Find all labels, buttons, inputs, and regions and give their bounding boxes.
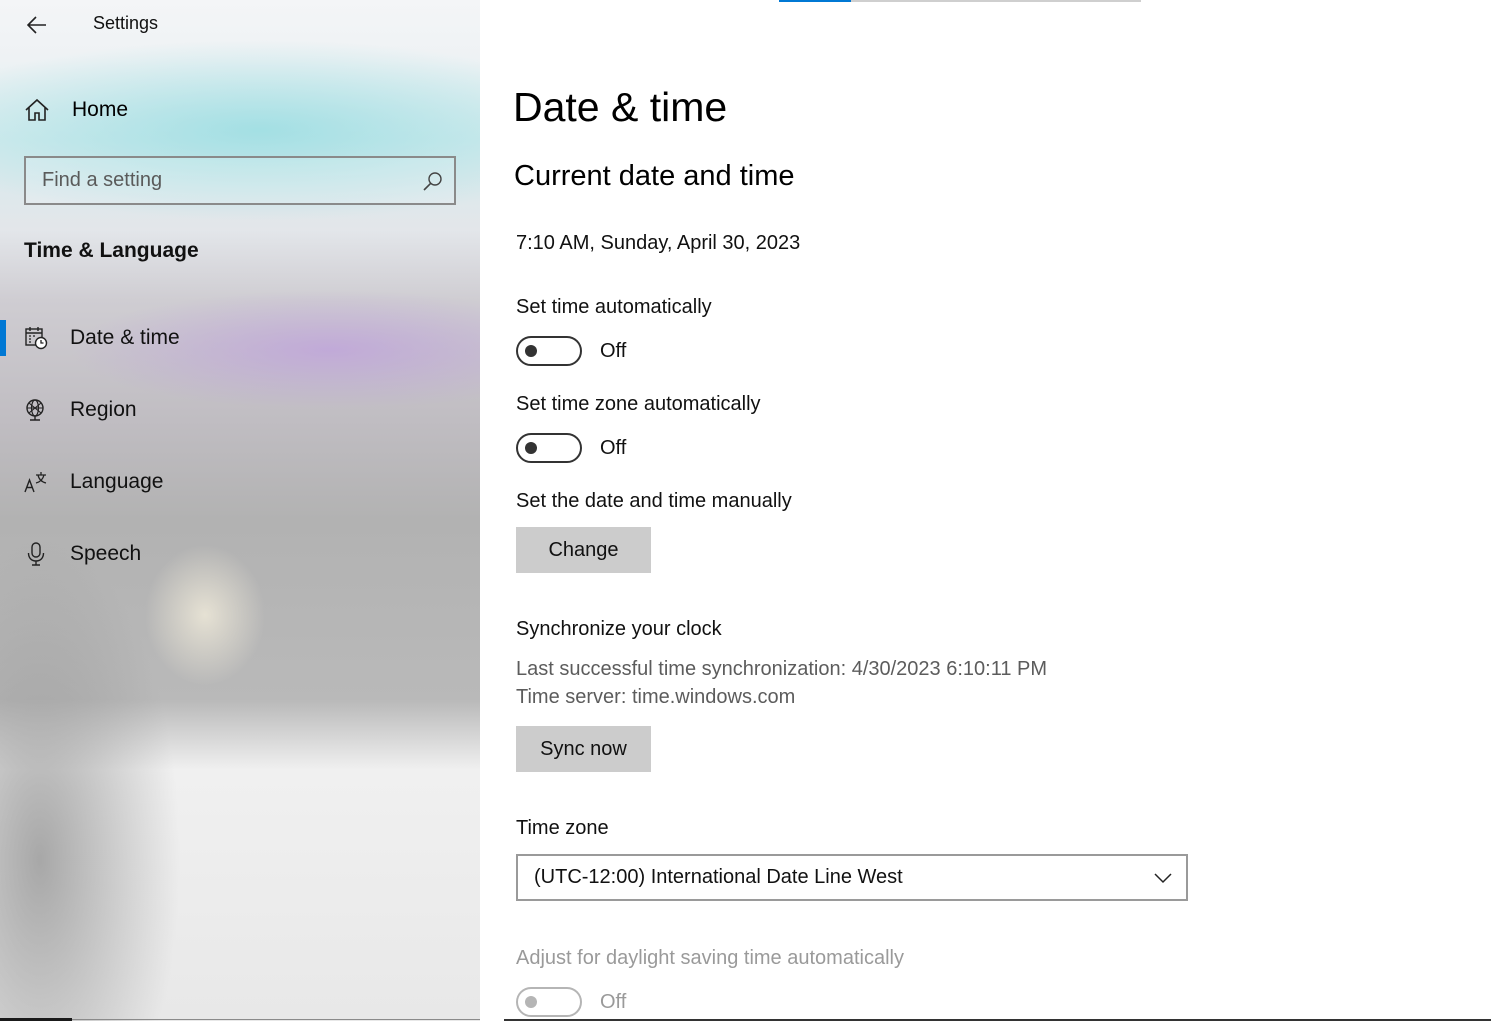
sidebar-item-label: Date & time <box>70 326 180 349</box>
sidebar-item-language[interactable]: Language <box>0 458 480 506</box>
time-zone-label: Time zone <box>516 817 609 839</box>
app-title: Settings <box>93 13 159 33</box>
set-timezone-auto-toggle[interactable] <box>516 433 582 463</box>
toggle-knob <box>525 345 537 357</box>
taskbar-edge <box>72 1019 480 1020</box>
microphone-icon <box>27 542 45 566</box>
sidebar: Settings Home Time & Language Date & tim… <box>0 0 480 1021</box>
dst-auto-toggle[interactable] <box>516 987 582 1017</box>
sidebar-item-speech[interactable]: Speech <box>0 530 480 578</box>
language-icon <box>24 472 47 493</box>
search-icon[interactable] <box>422 170 444 192</box>
sidebar-home[interactable]: Home <box>24 92 128 128</box>
sync-clock-label: Synchronize your clock <box>516 618 722 640</box>
section-title: Time & Language <box>24 239 199 262</box>
dst-auto-label: Adjust for daylight saving time automati… <box>516 947 904 969</box>
page-title: Date & time <box>513 84 728 130</box>
sidebar-item-date-time[interactable]: Date & time <box>0 314 480 362</box>
dst-auto-state: Off <box>600 991 627 1013</box>
main-content: Date & time Current date and time 7:10 A… <box>480 0 1491 1021</box>
time-zone-value: (UTC-12:00) International Date Line West <box>534 866 903 888</box>
home-icon <box>25 98 49 121</box>
manual-datetime-label: Set the date and time manually <box>516 490 792 512</box>
set-time-auto-state: Off <box>600 340 627 362</box>
chevron-down-icon <box>1154 873 1172 884</box>
time-zone-dropdown[interactable]: (UTC-12:00) International Date Line West <box>516 854 1188 901</box>
active-indicator <box>0 320 6 356</box>
set-time-auto-label: Set time automatically <box>516 296 712 318</box>
set-timezone-auto-state: Off <box>600 437 627 459</box>
section-heading: Current date and time <box>514 160 795 192</box>
sidebar-item-label: Region <box>70 398 137 421</box>
sidebar-item-label: Speech <box>70 542 142 565</box>
calendar-clock-icon <box>25 327 48 350</box>
search-box[interactable] <box>24 156 456 205</box>
set-timezone-auto-label: Set time zone automatically <box>516 393 761 415</box>
scroll-indicator <box>779 0 851 2</box>
current-datetime: 7:10 AM, Sunday, April 30, 2023 <box>516 232 801 254</box>
last-sync-text: Last successful time synchronization: 4/… <box>516 658 1048 680</box>
sidebar-item-region[interactable]: Region <box>0 386 480 434</box>
home-label: Home <box>72 98 129 121</box>
change-button[interactable]: Change <box>516 527 651 573</box>
back-arrow-icon <box>27 16 46 34</box>
globe-icon <box>26 399 44 421</box>
toggle-knob <box>525 996 537 1008</box>
back-button[interactable] <box>22 10 52 40</box>
toggle-knob <box>525 442 537 454</box>
set-time-auto-toggle[interactable] <box>516 336 582 366</box>
sidebar-item-label: Language <box>70 470 164 493</box>
search-input[interactable] <box>42 169 422 192</box>
time-server-text: Time server: time.windows.com <box>516 686 796 708</box>
sync-now-button[interactable]: Sync now <box>516 726 651 772</box>
